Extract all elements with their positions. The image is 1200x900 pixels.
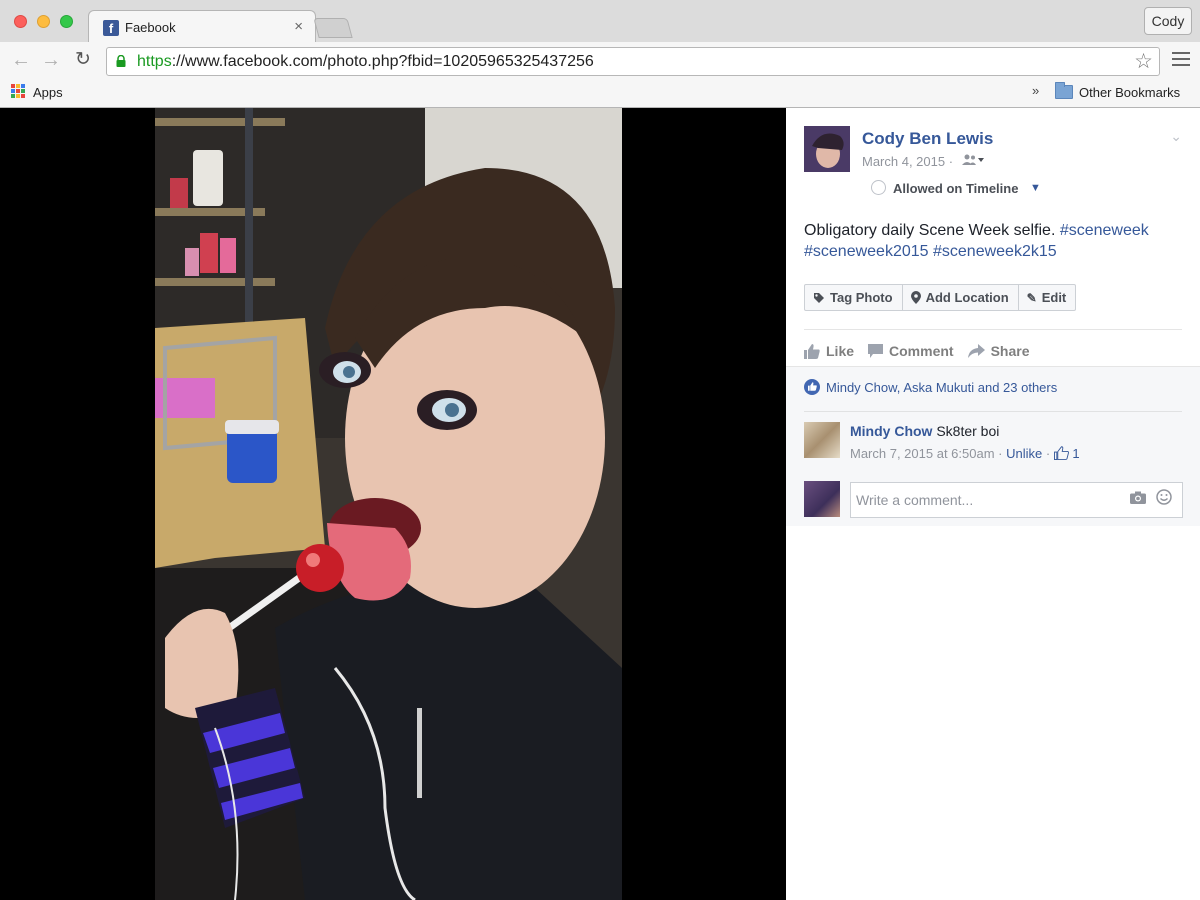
url-text[interactable]: https://www.facebook.com/photo.php?fbid=… <box>137 53 594 71</box>
edit-button[interactable]: ✎ Edit <box>1019 285 1076 310</box>
close-window-button[interactable] <box>14 15 27 28</box>
author-avatar[interactable] <box>804 126 850 172</box>
thumbs-up-icon <box>804 343 820 359</box>
post-author-link[interactable]: Cody Ben Lewis <box>862 129 993 149</box>
hamburger-line <box>1172 58 1190 60</box>
forward-button[interactable]: → <box>40 48 62 72</box>
facebook-favicon-icon: f <box>103 20 119 36</box>
tab-facebook[interactable]: f Faebook × <box>88 10 316 43</box>
chrome-menu-button[interactable] <box>1172 52 1190 68</box>
photo-button-group: Tag Photo Add Location ✎ Edit <box>804 284 1077 311</box>
arrow-left-icon: ← <box>11 49 31 71</box>
browser-chrome: f Faebook × Cody ← → ↻ https://www.faceb… <box>0 0 1200 108</box>
profile-button[interactable]: Cody <box>1144 7 1192 35</box>
browser-toolbar: ← → ↻ https://www.facebook.com/photo.php… <box>0 42 1200 80</box>
tab-title: Faebook <box>125 20 176 35</box>
share-label: Share <box>990 343 1030 359</box>
photo-info-panel: Cody Ben Lewis March 4, 2015 · ⌄ Allowed… <box>786 108 1200 900</box>
apps-grid-icon[interactable] <box>11 84 25 98</box>
lock-icon <box>116 55 126 67</box>
close-tab-icon[interactable]: × <box>294 18 303 35</box>
tag-icon <box>814 292 824 303</box>
back-button[interactable]: ← <box>10 48 32 72</box>
comment-body: Mindy Chow Sk8ter boi <box>850 423 999 439</box>
url-scheme: https <box>137 53 172 70</box>
thumbs-up-icon <box>807 382 817 391</box>
post-actions: Like Comment Share <box>804 340 1044 362</box>
bookmarks-overflow-chevron[interactable]: » <box>1032 83 1039 98</box>
new-tab-button[interactable] <box>313 18 353 38</box>
apps-bookmark[interactable]: Apps <box>33 85 63 100</box>
minimize-window-button[interactable] <box>37 15 50 28</box>
likes-summary[interactable]: Mindy Chow, Aska Mukuti and 23 others <box>804 379 1057 395</box>
unlike-comment-link[interactable]: Unlike <box>1006 446 1042 461</box>
divider <box>804 329 1182 330</box>
thumbs-up-outline-icon <box>1053 446 1069 460</box>
comment-text: Sk8ter boi <box>932 423 1000 439</box>
author-avatar-image <box>804 126 850 172</box>
bookmarks-bar: Apps » Other Bookmarks <box>0 80 1200 107</box>
current-user-avatar <box>804 481 840 517</box>
comment-button[interactable]: Comment <box>868 340 954 362</box>
tag-photo-button[interactable]: Tag Photo <box>805 285 903 310</box>
comment-meta: March 7, 2015 at 6:50am · Unlike · 1 <box>850 446 1080 461</box>
folder-icon <box>1055 82 1073 99</box>
date-separator: · <box>948 154 954 169</box>
commenter-avatar[interactable] <box>804 422 840 458</box>
allowed-on-timeline-label[interactable]: Allowed on Timeline <box>893 181 1018 196</box>
timeline-dropdown-caret-icon[interactable]: ▼ <box>1030 182 1041 194</box>
comment-like-count[interactable]: 1 <box>1072 446 1079 461</box>
hamburger-line <box>1172 52 1190 54</box>
zoom-window-button[interactable] <box>60 15 73 28</box>
feedback-section: Mindy Chow, Aska Mukuti and 23 others Mi… <box>786 366 1200 526</box>
post-caption: Obligatory daily Scene Week selfie. #sce… <box>804 220 1184 262</box>
like-badge-icon <box>804 379 820 395</box>
hashtag-link[interactable]: #sceneweek <box>1060 222 1149 239</box>
url-path: ://www.facebook.com/photo.php?fbid=10205… <box>171 53 594 70</box>
map-pin-icon <box>910 291 921 304</box>
photo-image <box>155 108 622 900</box>
comment-input[interactable] <box>856 492 1116 508</box>
caption-text: Obligatory daily Scene Week selfie. <box>804 222 1060 239</box>
post-date-text: March 4, 2015 <box>862 154 946 169</box>
post-options-chevron-icon[interactable]: ⌄ <box>1170 128 1182 145</box>
hashtag-link[interactable]: #sceneweek2k15 <box>933 243 1057 260</box>
hamburger-line <box>1172 64 1190 66</box>
comment-composer[interactable] <box>850 482 1183 518</box>
add-location-label: Add Location <box>925 290 1009 305</box>
edit-label: Edit <box>1041 290 1067 305</box>
like-button[interactable]: Like <box>804 340 854 362</box>
hashtag-link[interactable]: #sceneweek2015 <box>804 243 929 260</box>
add-location-button[interactable]: Add Location <box>903 285 1019 310</box>
reload-button[interactable]: ↻ <box>72 48 94 72</box>
share-arrow-icon <box>967 344 985 358</box>
likes-summary-text: Mindy Chow, Aska Mukuti and 23 others <box>826 379 1058 395</box>
tag-photo-label: Tag Photo <box>830 290 893 305</box>
bookmark-star-icon[interactable]: ☆ <box>1134 49 1153 74</box>
like-label: Like <box>826 343 855 359</box>
audience-friends-icon[interactable] <box>962 154 984 169</box>
arrow-right-icon: → <box>41 49 61 71</box>
camera-icon[interactable] <box>1130 491 1146 504</box>
comment-timestamp[interactable]: March 7, 2015 at 6:50am <box>850 446 995 461</box>
timeline-radio[interactable] <box>871 180 886 195</box>
divider <box>804 411 1182 412</box>
pencil-icon: ✎ <box>1026 290 1037 305</box>
other-bookmarks-folder[interactable]: Other Bookmarks <box>1079 85 1180 100</box>
comment-label: Comment <box>889 343 954 359</box>
commenter-name-link[interactable]: Mindy Chow <box>850 423 932 439</box>
share-button[interactable]: Share <box>967 340 1030 362</box>
smiley-icon[interactable] <box>1156 489 1172 505</box>
comment-bubble-icon <box>868 344 884 358</box>
friends-icon <box>962 154 984 165</box>
photo-stage[interactable] <box>0 108 786 900</box>
tab-strip: f Faebook × Cody <box>0 0 1200 43</box>
post-date[interactable]: March 4, 2015 · <box>862 154 953 169</box>
reload-icon: ↻ <box>75 49 91 70</box>
address-bar[interactable]: https://www.facebook.com/photo.php?fbid=… <box>106 47 1160 76</box>
